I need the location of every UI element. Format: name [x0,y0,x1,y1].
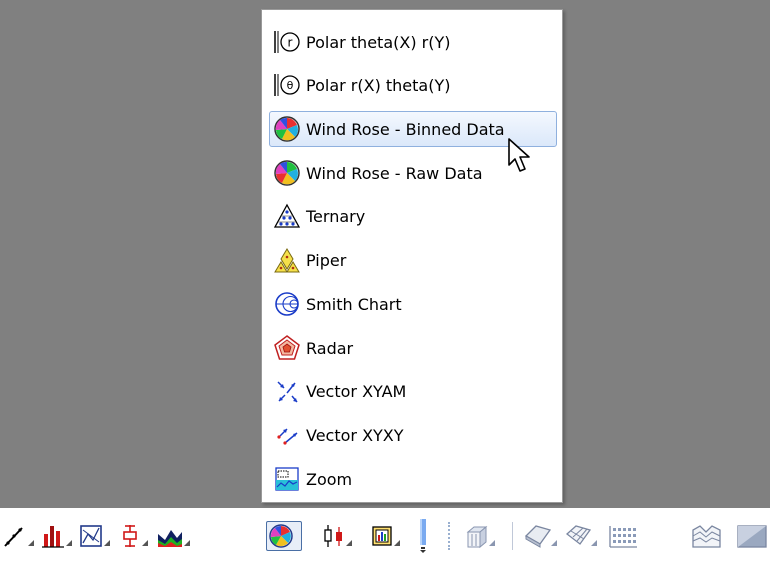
wind-rose-toolbar-button[interactable] [266,521,302,551]
menu-item-vector-xyam[interactable]: Vector XYAM [269,373,557,409]
more-tools-icon [412,519,438,553]
wind-rose-binned-icon [272,114,302,144]
menu-item-label: Radar [306,338,354,358]
toolbar-separator [512,522,515,550]
wind-rose-icon [267,522,301,550]
plot-type-dropdown-menu: r Polar theta(X) r(Y) θ Polar r(X) theta… [261,9,563,503]
vector-xyxy-icon [272,420,302,450]
3d-waterfall-icon [690,522,726,550]
toolbar-separator [448,522,452,550]
ternary-icon [272,201,302,231]
smith-chart-icon [272,289,302,319]
area-chart-icon [155,522,193,550]
menu-item-radar[interactable]: Radar [269,330,557,366]
plot-toolbar [0,508,770,563]
3d-wireframe-button[interactable] [564,521,600,551]
menu-item-smith-chart[interactable]: Smith Chart [269,286,557,322]
bar-chart-button[interactable] [40,521,76,551]
multi-panel-icon [370,522,406,550]
menu-item-ternary[interactable]: Ternary [269,198,557,234]
svg-text:r: r [288,36,293,50]
3d-scatter-button[interactable] [607,521,643,551]
menu-item-label: Vector XYXY [306,425,404,445]
menu-item-polar-theta-x-r-y[interactable]: r Polar theta(X) r(Y) [269,24,557,60]
menu-item-label: Smith Chart [306,294,402,314]
3d-surface-button[interactable] [524,521,560,551]
menu-item-label: Zoom [306,469,353,489]
3d-bars-icon [464,522,500,550]
error-bar-icon [118,522,154,550]
menu-item-label: Polar r(X) theta(Y) [306,75,451,95]
candlestick-button[interactable] [320,521,356,551]
3d-color-map-button[interactable] [736,521,770,551]
zoom-icon [272,464,302,494]
polar-r-icon: r [272,27,302,57]
3d-wireframe-icon [564,522,600,550]
3d-waterfall-button[interactable] [690,521,726,551]
statistics-plot-icon [78,522,114,550]
menu-item-polar-r-x-theta-y[interactable]: θ Polar r(X) theta(Y) [269,67,557,103]
menu-item-label: Polar theta(X) r(Y) [306,32,451,52]
3d-surface-icon [524,522,560,550]
menu-item-label: Piper [306,250,347,270]
radar-icon [272,333,302,363]
menu-item-label: Wind Rose - Raw Data [306,163,483,183]
menu-item-label: Ternary [306,206,366,226]
statistics-plot-button[interactable] [78,521,114,551]
wind-rose-raw-icon [272,158,302,188]
bar-chart-icon [40,522,76,550]
line-plot-button[interactable] [2,521,38,551]
error-bar-button[interactable] [118,521,154,551]
menu-item-zoom[interactable]: Zoom [269,461,557,497]
3d-bars-button[interactable] [464,521,500,551]
area-chart-button[interactable] [155,521,191,551]
more-tools-button[interactable] [412,519,438,553]
3d-scatter-icon [607,522,641,550]
menu-item-label: Wind Rose - Binned Data [306,119,505,139]
polar-theta-icon: θ [272,70,302,100]
3d-color-map-icon [736,522,770,550]
menu-item-vector-xyxy[interactable]: Vector XYXY [269,417,557,453]
multi-panel-button[interactable] [370,521,406,551]
piper-icon [272,245,302,275]
candlestick-icon [320,522,356,550]
menu-item-label: Vector XYAM [306,381,407,401]
vector-xyam-icon [272,376,302,406]
menu-item-piper[interactable]: Piper [269,242,557,278]
line-plot-icon [2,522,38,550]
mouse-cursor-icon [508,138,530,172]
svg-text:θ: θ [287,79,294,92]
